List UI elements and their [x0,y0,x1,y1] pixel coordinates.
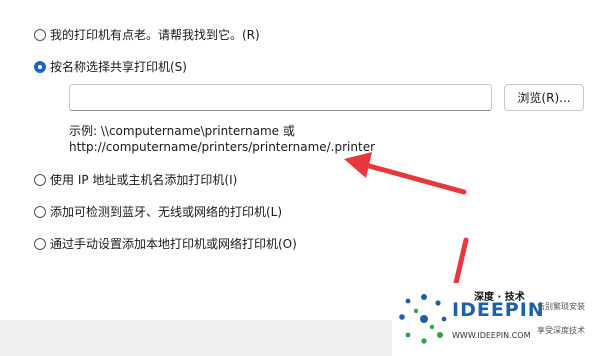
ideepin-logo-icon [399,294,447,344]
watermark-logo: 深度 · 技术 IDEEPIN WWW.IDEEPIN.COM 告别繁琐安装 享… [392,283,597,356]
watermark-url: WWW.IDEEPIN.COM [452,331,531,340]
arrow-to-example-icon [344,152,467,195]
watermark-slogan1: 告别繁琐安装 [537,302,585,311]
watermark-brand-en: IDEEPIN [452,299,545,321]
watermark-slogan2: 享受深度技术 [537,326,585,335]
